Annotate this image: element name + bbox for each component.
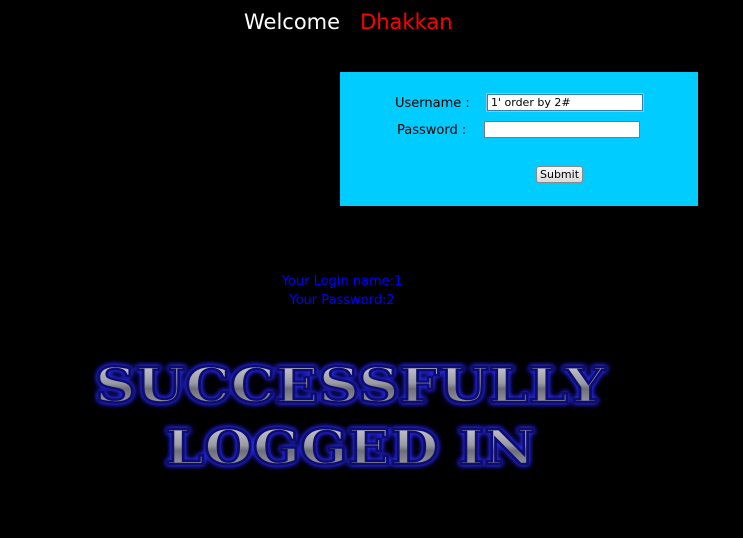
- welcome-text: Welcome: [244, 10, 341, 34]
- password-input[interactable]: [484, 121, 640, 138]
- username-label: Username :: [395, 96, 470, 111]
- page: Welcome Dhakkan Username : Password : Sub…: [0, 0, 743, 538]
- banner-line1: SUCCESSFULLY: [95, 358, 606, 414]
- welcome-name: Dhakkan: [360, 10, 453, 34]
- success-banner-image: SUCCESSFULLY LOGGED IN: [94, 357, 607, 478]
- login-name-result: Your Login name:1: [281, 274, 403, 289]
- banner-line2: LOGGED IN: [165, 420, 535, 476]
- login-form: Username : Password : Submit: [340, 72, 698, 206]
- username-input[interactable]: [487, 94, 643, 111]
- password-result: Your Password:2: [289, 293, 395, 308]
- submit-button[interactable]: Submit: [536, 166, 584, 183]
- welcome-heading: Welcome Dhakkan: [244, 9, 453, 35]
- password-label: Password :: [397, 123, 467, 138]
